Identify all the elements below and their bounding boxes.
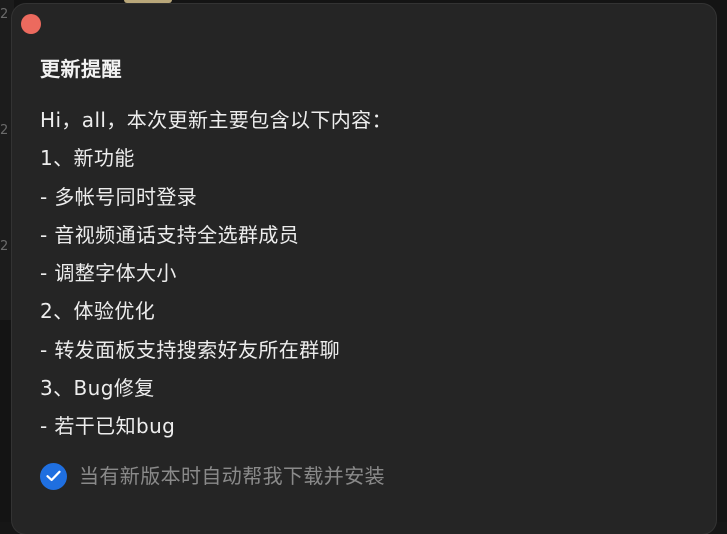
auto-update-label: 当有新版本时自动帮我下载并安装 (79, 464, 385, 488)
background-thumbnail (124, 0, 172, 3)
update-note-line: - 若干已知bug (40, 414, 176, 439)
background-marker: 2 (0, 239, 9, 254)
update-reminder-dialog: 更新提醒 Hi，all，本次更新主要包含以下内容： 1、新功能 - 多帐号同时登… (12, 4, 716, 534)
checkmark-icon (46, 470, 61, 482)
update-note-line: - 转发面板支持搜索好友所在群聊 (40, 337, 340, 362)
update-note-line: Hi，all，本次更新主要包含以下内容： (40, 108, 392, 132)
background-marker: 2 (0, 7, 9, 22)
dialog-title: 更新提醒 (40, 57, 122, 81)
auto-update-option[interactable]: 当有新版本时自动帮我下载并安装 (40, 462, 385, 490)
update-note-line: - 多帐号同时登录 (40, 184, 198, 209)
update-notes: Hi，all，本次更新主要包含以下内容： 1、新功能 - 多帐号同时登录 - 音… (40, 101, 392, 446)
update-note-line: - 音视频通话支持全选群成员 (40, 222, 300, 247)
background-marker: 2 (0, 123, 9, 138)
update-note-line: - 调整字体大小 (40, 261, 177, 286)
auto-update-checkbox[interactable] (40, 462, 67, 490)
update-note-line: 3、Bug修复 (40, 376, 155, 401)
update-note-line: 2、体验优化 (40, 299, 156, 324)
close-button[interactable] (21, 14, 41, 34)
update-note-line: 1、新功能 (40, 146, 135, 171)
